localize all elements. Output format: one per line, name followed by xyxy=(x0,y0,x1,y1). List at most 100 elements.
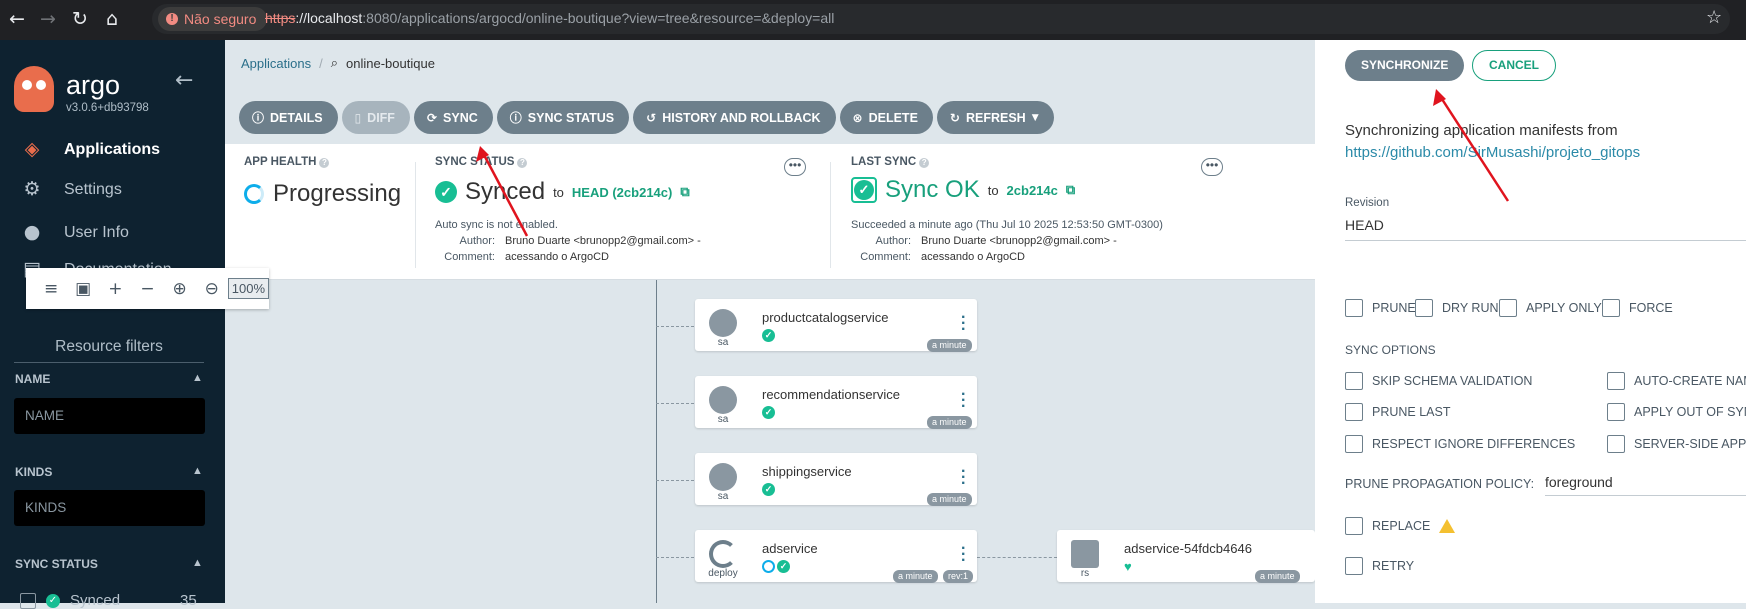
dry-run-checkbox[interactable] xyxy=(1415,299,1433,317)
reload-icon[interactable]: ↻ xyxy=(67,6,93,32)
version-label: v3.0.6+db93798 xyxy=(66,102,149,114)
sync-button[interactable]: ⟳ SYNC xyxy=(413,101,493,134)
repo-link[interactable]: https://github.com/SirMusashi/projeto_gi… xyxy=(1345,144,1640,161)
retry-checkbox[interactable] xyxy=(1345,557,1363,575)
kinds-filter-input[interactable]: KINDS xyxy=(14,490,205,526)
help-icon[interactable]: ? xyxy=(919,158,930,168)
history-rollback-button[interactable]: ↺ HISTORY AND ROLLBACK xyxy=(633,101,836,134)
kebab-menu-icon[interactable]: · · · xyxy=(961,464,967,492)
force-checkbox[interactable] xyxy=(1602,299,1620,317)
node-name: adservice xyxy=(762,541,818,556)
bookmark-star-icon[interactable]: ☆ xyxy=(1706,7,1722,28)
node-status: ✓ xyxy=(762,406,775,419)
prune-propagation-select[interactable]: foreground xyxy=(1545,474,1746,496)
resource-node[interactable]: sa recommendationservice ✓ · · · a minute xyxy=(695,376,977,429)
sidebar-item-applications[interactable]: ◈ Applications xyxy=(20,138,160,162)
prune-option[interactable]: PRUNE xyxy=(1345,299,1416,317)
refresh-icon: ↻ xyxy=(949,110,960,125)
url-text[interactable]: https://localhost:8080/applications/argo… xyxy=(265,10,834,26)
fit-screen-icon[interactable]: ▣ xyxy=(67,279,99,299)
kebab-menu-icon[interactable]: · · · xyxy=(961,310,967,338)
resource-node[interactable]: rs adservice-54fdcb4646 ♥ a minute xyxy=(1057,530,1315,583)
collapse-sidebar-icon[interactable]: ← xyxy=(175,68,193,93)
revision-input[interactable]: HEAD xyxy=(1345,217,1384,233)
replace-option[interactable]: REPLACE xyxy=(1345,517,1456,535)
sync-panel: SYNCHRONIZE CANCEL Synchronizing applica… xyxy=(1315,40,1746,603)
caret-up-icon[interactable]: ▲ xyxy=(192,372,203,384)
url-protocol: https xyxy=(265,10,296,26)
sync-status-button[interactable]: ⓘ SYNC STATUS xyxy=(496,101,630,134)
zoom-out-icon[interactable]: ⊖ xyxy=(196,279,228,299)
prune-last-checkbox[interactable] xyxy=(1345,403,1363,421)
align-left-icon[interactable]: ≡ xyxy=(35,279,67,299)
node-age-tag: a minute xyxy=(927,493,972,506)
diff-button[interactable]: ▯ DIFF xyxy=(341,101,410,134)
minus-icon[interactable]: − xyxy=(131,279,163,299)
auto-create-checkbox[interactable] xyxy=(1607,372,1625,390)
synced-filter-option[interactable]: ✓ Synced 35 xyxy=(20,592,197,609)
respect-ignore-option[interactable]: RESPECT IGNORE DIFFERENCES xyxy=(1345,435,1575,453)
caret-up-icon[interactable]: ▲ xyxy=(192,557,203,569)
node-kind: sa xyxy=(717,491,729,502)
security-chip[interactable]: ! Não seguro xyxy=(158,7,268,31)
help-icon[interactable]: ? xyxy=(517,158,528,168)
external-link-icon[interactable]: ⧉ xyxy=(1066,182,1075,198)
dry-run-option[interactable]: DRY RUN xyxy=(1415,299,1499,317)
resource-node[interactable]: sa productcatalogservice ✓ · · · a minute xyxy=(695,299,977,352)
help-icon[interactable]: ? xyxy=(319,158,330,168)
apply-out-of-sync-option[interactable]: APPLY OUT OF SYNC ONLY xyxy=(1607,403,1746,421)
forward-icon[interactable]: → xyxy=(35,6,61,32)
history-label: HISTORY AND ROLLBACK xyxy=(662,110,821,125)
kebab-menu-icon[interactable]: · · · xyxy=(961,387,967,415)
prune-checkbox[interactable] xyxy=(1345,299,1363,317)
sidebar-item-settings[interactable]: ⚙ Settings xyxy=(20,178,121,202)
more-options-button[interactable]: ••• xyxy=(1201,158,1223,176)
server-side-label: SERVER-SIDE APPLY xyxy=(1634,437,1746,451)
skip-schema-checkbox[interactable] xyxy=(1345,372,1363,390)
last-sync-revision-link[interactable]: 2cb214c xyxy=(1007,183,1058,198)
apply-only-checkbox[interactable] xyxy=(1499,299,1517,317)
sidebar-item-user-info[interactable]: ● User Info xyxy=(20,221,129,245)
refresh-button[interactable]: ↻ REFRESH ▼ xyxy=(936,101,1054,134)
retry-option[interactable]: RETRY xyxy=(1345,557,1414,575)
skip-schema-option[interactable]: SKIP SCHEMA VALIDATION xyxy=(1345,372,1532,390)
details-button[interactable]: ⓘ DETAILS xyxy=(239,101,338,134)
sync-revision-link[interactable]: HEAD (2cb214c) xyxy=(572,185,672,200)
close-circle-icon: ⊗ xyxy=(852,110,863,125)
apply-only-label: APPLY ONLY xyxy=(1526,301,1602,315)
synchronize-button[interactable]: SYNCHRONIZE xyxy=(1345,50,1465,81)
name-filter-input[interactable]: NAME xyxy=(14,398,205,434)
zoom-in-icon[interactable]: ⊕ xyxy=(164,279,196,299)
author-key: Author: xyxy=(875,235,911,247)
resource-node[interactable]: deploy adservice ✓ · · · a minute rev:1 xyxy=(695,530,977,583)
server-side-apply-option[interactable]: SERVER-SIDE APPLY xyxy=(1607,435,1746,453)
sync-status-text: Synced xyxy=(465,178,546,205)
more-options-button[interactable]: ••• xyxy=(784,158,806,176)
respect-ignore-checkbox[interactable] xyxy=(1345,435,1363,453)
tree-edge xyxy=(656,403,694,404)
kebab-menu-icon[interactable]: · · · xyxy=(961,541,967,569)
prune-last-label: PRUNE LAST xyxy=(1372,405,1451,419)
prune-last-option[interactable]: PRUNE LAST xyxy=(1345,403,1451,421)
apply-only-option[interactable]: APPLY ONLY xyxy=(1499,299,1602,317)
plus-icon[interactable]: + xyxy=(99,279,131,299)
cancel-button[interactable]: CANCEL xyxy=(1472,50,1556,81)
caret-up-icon[interactable]: ▲ xyxy=(192,465,203,477)
node-name: productcatalogservice xyxy=(762,310,889,325)
sync-icon: ⟳ xyxy=(426,110,438,125)
external-link-icon[interactable]: ⧉ xyxy=(680,184,689,200)
server-side-checkbox[interactable] xyxy=(1607,435,1625,453)
force-option[interactable]: FORCE xyxy=(1602,299,1673,317)
apply-out-of-sync-checkbox[interactable] xyxy=(1607,403,1625,421)
synced-checkbox[interactable] xyxy=(20,592,36,609)
node-kind: rs xyxy=(1080,568,1090,579)
auto-create-namespace-option[interactable]: AUTO-CREATE NAMESPACE xyxy=(1607,372,1746,390)
breadcrumb-applications-link[interactable]: Applications xyxy=(241,56,311,71)
home-icon[interactable]: ⌂ xyxy=(99,6,125,32)
replace-checkbox[interactable] xyxy=(1345,517,1363,535)
resource-node[interactable]: sa shippingservice ✓ · · · a minute xyxy=(695,453,977,506)
layers-icon: ◈ xyxy=(24,138,40,160)
back-icon[interactable]: ← xyxy=(4,6,30,32)
delete-button[interactable]: ⊗ DELETE xyxy=(839,101,933,134)
caret-down-icon: ▼ xyxy=(1031,112,1039,123)
